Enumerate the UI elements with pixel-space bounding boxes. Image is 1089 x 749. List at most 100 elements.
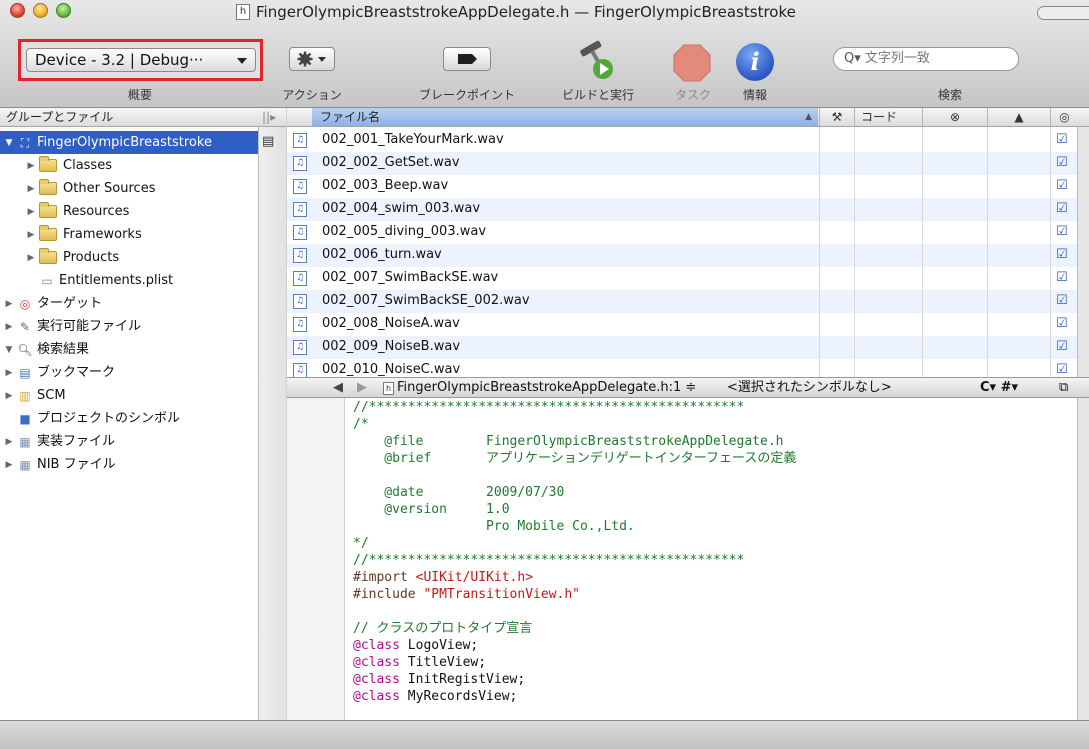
file-row[interactable]: ♫ 002_006_turn.wav ☑ — [287, 244, 1089, 267]
sidebar-item[interactable]: ▶ ✎ 実行可能ファイル — [0, 315, 258, 338]
disclosure-triangle-icon[interactable]: ▶ — [26, 155, 36, 177]
file-row[interactable]: ♫ 002_007_SwimBackSE_002.wav ☑ — [287, 290, 1089, 313]
file-row[interactable]: ♫ 002_010_NoiseC.wav ☑ — [287, 359, 1089, 377]
target-membership-checkbox[interactable]: ☑ — [1056, 248, 1070, 262]
file-row[interactable]: ♫ 002_003_Beep.wav ☑ — [287, 175, 1089, 198]
zoom-window-button[interactable] — [56, 3, 71, 18]
minimize-window-button[interactable] — [33, 3, 48, 18]
audio-file-icon: ♫ — [293, 156, 307, 171]
action-button[interactable] — [289, 47, 335, 71]
tasks-button[interactable] — [672, 43, 712, 83]
file-history-popup[interactable]: h FingerOlympicBreaststrokeAppDelegate.h:… — [383, 378, 696, 397]
breakpoints-button[interactable] — [443, 47, 491, 71]
disclosure-triangle-icon[interactable]: ▼ — [4, 339, 14, 361]
cube-icon: ■ — [19, 411, 31, 426]
code-line: */ — [353, 536, 369, 551]
disclosure-triangle-icon[interactable]: ▼ — [4, 132, 14, 154]
split-handle-icon[interactable]: ||▸ — [262, 108, 276, 126]
disclosure-triangle-icon[interactable]: ▶ — [4, 293, 14, 315]
sidebar-item[interactable]: ▶ Resources — [0, 200, 258, 223]
folder-icon — [39, 248, 57, 264]
disclosure-triangle-icon[interactable]: ▶ — [4, 431, 14, 453]
sidebar-item[interactable]: ▼ 🔍︎ 検索結果 — [0, 338, 258, 361]
target-membership-checkbox[interactable]: ☑ — [1056, 225, 1070, 239]
target-membership-checkbox[interactable]: ☑ — [1056, 156, 1070, 170]
code-line: //**************************************… — [353, 553, 745, 568]
disclosure-triangle-icon[interactable]: ▶ — [4, 454, 14, 476]
editor-scrollbar[interactable] — [1077, 398, 1089, 720]
file-row[interactable]: ♫ 002_005_diving_003.wav ☑ — [287, 221, 1089, 244]
sidebar-item[interactable]: ▶ ▦ NIB ファイル — [0, 453, 258, 476]
disclosure-triangle-icon[interactable]: ▶ — [4, 385, 14, 407]
target-membership-checkbox[interactable]: ☑ — [1056, 271, 1070, 285]
editor-gutter[interactable] — [287, 398, 345, 720]
file-list-scrollbar[interactable] — [1077, 127, 1089, 377]
target-membership-checkbox[interactable]: ☑ — [1056, 133, 1070, 147]
sidebar-item[interactable]: ▼ ⛶ FingerOlympicBreaststroke ▤ — [0, 131, 274, 154]
target-membership-checkbox[interactable]: ☑ — [1056, 294, 1070, 308]
search-field[interactable]: Q▾ 文字列一致 — [833, 47, 1019, 71]
sidebar-item[interactable]: ▶ Classes — [0, 154, 258, 177]
column-build[interactable]: ⚒ — [819, 108, 854, 126]
file-row[interactable]: ♫ 002_009_NoiseB.wav ☑ — [287, 336, 1089, 359]
code-editor[interactable]: //**************************************… — [345, 398, 1077, 720]
file-row[interactable]: ♫ 002_008_NoiseA.wav ☑ — [287, 313, 1089, 336]
search-icon: Q▾ — [844, 51, 861, 66]
breakpoints-label: ブレークポイント — [418, 88, 515, 102]
gear-icon — [297, 51, 326, 67]
file-name: 002_007_SwimBackSE.wav — [322, 270, 499, 285]
sidebar-item[interactable]: ▶ Other Sources — [0, 177, 258, 200]
disclosure-triangle-icon[interactable]: ▶ — [26, 201, 36, 223]
split-editor-icon[interactable]: ⧉ — [1059, 378, 1068, 397]
target-membership-checkbox[interactable]: ☑ — [1056, 202, 1070, 216]
folder-icon — [39, 179, 57, 195]
target-membership-checkbox[interactable]: ☑ — [1056, 179, 1070, 193]
target-membership-checkbox[interactable]: ☑ — [1056, 340, 1070, 354]
executable-icon: ✎ — [19, 319, 31, 334]
sidebar-item[interactable]: ▶ ▦ 実装ファイル — [0, 430, 258, 453]
smart-group-icon: ▦ — [19, 457, 31, 472]
sidebar-scroll-gutter[interactable] — [258, 127, 286, 720]
file-row[interactable]: ♫ 002_007_SwimBackSE.wav ☑ — [287, 267, 1089, 290]
file-row[interactable]: ♫ 002_002_GetSet.wav ☑ — [287, 152, 1089, 175]
sidebar-item-label: Classes — [63, 157, 112, 173]
build-and-run-button[interactable] — [572, 39, 622, 83]
disclosure-triangle-icon[interactable]: ▶ — [4, 362, 14, 384]
target-membership-checkbox[interactable]: ☑ — [1056, 363, 1070, 377]
column-code[interactable]: コード — [854, 108, 922, 126]
sidebar-item[interactable]: ▶ ◎ ターゲット — [0, 292, 258, 315]
disclosure-triangle-icon[interactable]: ▶ — [26, 247, 36, 269]
hammer-icon — [580, 40, 613, 79]
toolbar-toggle-button[interactable] — [1037, 6, 1089, 20]
sidebar-item[interactable]: ▶ ▥ SCM — [0, 384, 258, 407]
column-target[interactable]: ◎ — [1050, 108, 1078, 126]
code-line: Pro Mobile Co.,Ltd. — [353, 519, 635, 534]
disclosure-triangle-icon[interactable]: ▶ — [26, 178, 36, 200]
disclosure-triangle-icon[interactable]: ▶ — [4, 316, 14, 338]
sidebar-item-label: FingerOlympicBreaststroke — [37, 134, 212, 150]
column-filename[interactable]: ファイル名 ▲ — [312, 108, 818, 126]
file-row[interactable]: ♫ 002_001_TakeYourMark.wav ☑ — [287, 129, 1089, 152]
sidebar-item-label: Other Sources — [63, 180, 156, 196]
sidebar-item[interactable]: ▶ ▤ ブックマーク — [0, 361, 258, 384]
forward-arrow-icon[interactable]: ▶ — [357, 378, 367, 397]
close-window-button[interactable] — [10, 3, 25, 18]
symbol-popup[interactable]: <選択されたシンボルなし> — [727, 378, 892, 397]
sidebar-item[interactable]: ▭ Entitlements.plist — [0, 269, 258, 292]
disclosure-triangle-icon[interactable]: ▶ — [26, 224, 36, 246]
sidebar-item[interactable]: ▶ Frameworks — [0, 223, 258, 246]
overview-popup[interactable]: Device - 3.2 | Debug··· — [26, 48, 256, 72]
column-errors[interactable]: ⊗ — [922, 108, 987, 126]
back-arrow-icon[interactable]: ◀ — [333, 378, 343, 397]
detail-toggle-icon[interactable]: ▤ — [262, 131, 274, 153]
folder-icon — [39, 202, 57, 218]
info-button[interactable]: i — [736, 43, 774, 81]
code-line: @class MyRecordsView; — [353, 689, 518, 704]
groups-header-label: グループとファイル — [6, 110, 114, 124]
target-membership-checkbox[interactable]: ☑ — [1056, 317, 1070, 331]
sidebar-item[interactable]: ■ プロジェクトのシンボル — [0, 407, 258, 430]
column-warnings[interactable]: ▲ — [987, 108, 1050, 126]
file-row[interactable]: ♫ 002_004_swim_003.wav ☑ — [287, 198, 1089, 221]
counterpart-controls[interactable]: C▾ #▾ — [980, 378, 1018, 397]
sidebar-item[interactable]: ▶ Products — [0, 246, 258, 269]
